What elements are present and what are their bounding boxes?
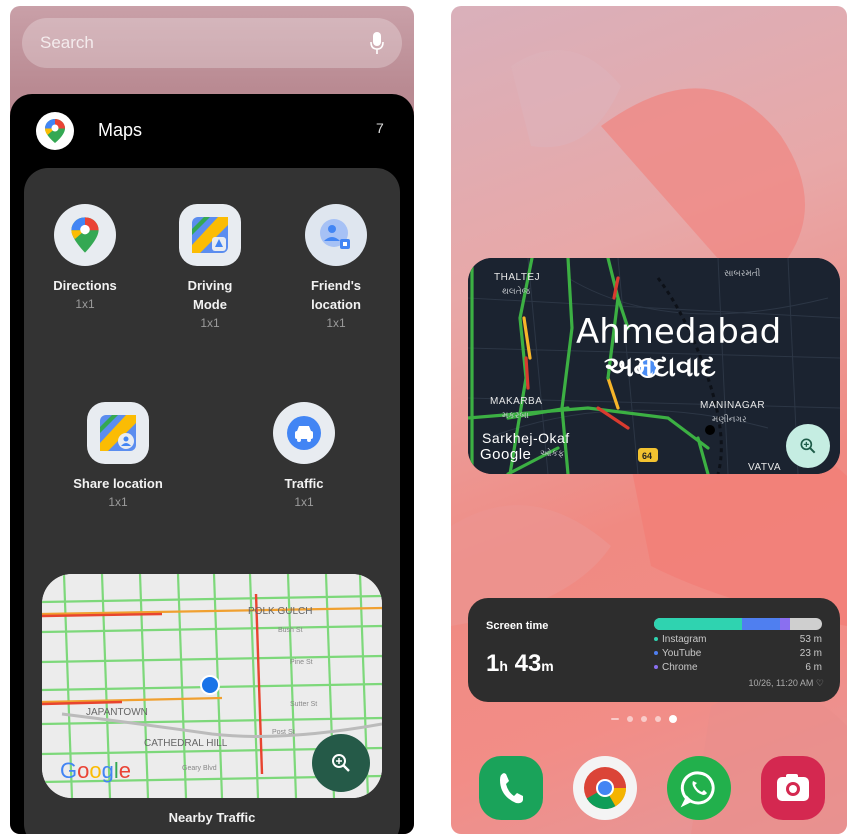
city-name-english: Ahmedabad — [576, 312, 782, 352]
widget-directions[interactable]: Directions 1x1 — [42, 204, 128, 313]
widget-traffic[interactable]: Traffic 1x1 — [264, 402, 344, 511]
widget-size: 1x1 — [75, 297, 95, 311]
highway-shield: 64 — [642, 451, 652, 461]
area-sublabel: સાબરમતી — [724, 268, 761, 278]
screen-time-bar — [654, 618, 822, 630]
friends-location-icon — [305, 204, 367, 266]
mic-icon[interactable] — [370, 31, 384, 55]
widget-picker-screen: Search Maps 7 Directions 1x1 Driving Mod… — [10, 6, 414, 834]
map-label-bush: Bush St — [278, 627, 303, 634]
map-label-geary: Geary Blvd — [182, 765, 217, 772]
city-name-gujarati: અમદાવાદ — [604, 350, 716, 383]
app-usage-row: YouTube 23 m — [654, 648, 822, 659]
google-logo: Google — [480, 446, 532, 463]
widget-driving-mode[interactable]: Driving Mode 1x1 — [170, 204, 250, 332]
home-screen: 64 Ahmedabad અમદાવાદ THALTEJ થલતેજ સાબરમ… — [451, 6, 847, 834]
widget-size: 1x1 — [326, 316, 346, 330]
search-input[interactable]: Search — [40, 33, 94, 53]
area-label: MAKARBA — [490, 396, 543, 407]
page-dot — [655, 716, 661, 722]
driving-mode-icon — [179, 204, 241, 266]
google-maps-icon — [36, 112, 74, 150]
screen-time-widget[interactable]: Screen time 1h 43m Instagram 53 m YouTube… — [468, 598, 840, 702]
widget-label: Directions — [53, 278, 117, 293]
page-indicator[interactable] — [611, 714, 677, 724]
widget-label: Friend's location — [310, 278, 362, 312]
map-label-post: Post St — [272, 729, 295, 736]
area-sublabel: મણીનગર — [712, 414, 747, 424]
updated-time: 10/26, 11:20 AM ♡ — [748, 678, 824, 688]
app-title[interactable]: Maps — [98, 120, 142, 141]
map-label-japantown: JAPANTOWN — [86, 707, 148, 718]
widget-size: 1x1 — [108, 495, 128, 509]
page-dot — [611, 718, 619, 720]
area-label: MANINAGAR — [700, 400, 766, 411]
bar-instagram — [654, 618, 742, 630]
app-usage-row: Chrome 6 m — [654, 662, 822, 673]
page-dot-active — [669, 715, 677, 723]
map-label-cathedral-hill: CATHEDRAL HILL — [144, 738, 228, 749]
google-maps-pin-icon — [54, 204, 116, 266]
area-label: VATVA — [748, 462, 782, 473]
page-dot — [641, 716, 647, 722]
whatsapp-icon[interactable] — [667, 756, 731, 820]
widget-label: Share location — [73, 476, 163, 491]
page-dot — [627, 716, 633, 722]
map-label-polk-gulch: POLK GULCH — [248, 606, 312, 617]
phone-icon[interactable] — [479, 756, 543, 820]
widget-label: Nearby Traffic — [168, 810, 256, 825]
area-sublabel: મકરબા — [502, 410, 529, 420]
bar-youtube — [742, 618, 780, 630]
widget-friends-location[interactable]: Friend's location 1x1 — [294, 204, 378, 332]
area-sublabel: થલતેજ — [502, 286, 531, 296]
area-label: THALTEJ — [494, 272, 541, 283]
area-sublabel: ઓકફ — [540, 448, 565, 458]
widget-size: 1x1 — [294, 495, 314, 509]
share-location-icon — [87, 402, 149, 464]
widget-share-location[interactable]: Share location 1x1 — [66, 402, 170, 511]
traffic-car-icon — [273, 402, 335, 464]
app-usage-row: Instagram 53 m — [654, 634, 822, 645]
screen-time-total: 1h 43m — [486, 650, 554, 677]
search-bar[interactable]: Search — [22, 18, 402, 68]
screen-time-title: Screen time — [486, 620, 549, 632]
camera-icon[interactable] — [761, 756, 825, 820]
widget-size: 1x1 — [200, 316, 220, 330]
google-logo: Google — [60, 758, 131, 783]
widget-count: 7 — [376, 120, 384, 136]
zoom-icon[interactable] — [786, 424, 830, 468]
zoom-icon[interactable] — [312, 734, 370, 792]
chrome-icon[interactable] — [573, 756, 637, 820]
bar-chrome — [780, 618, 790, 630]
map-label-pine: Pine St — [290, 659, 313, 666]
ahmedabad-map-widget[interactable]: 64 Ahmedabad અમદાવાદ THALTEJ થલતેજ સાબરમ… — [468, 258, 840, 474]
map-label-sutter: Sutter St — [290, 701, 317, 708]
widget-label: Driving Mode — [187, 278, 233, 312]
widget-label: Traffic — [284, 476, 324, 491]
area-label: Sarkhej-Okaf — [482, 430, 570, 446]
